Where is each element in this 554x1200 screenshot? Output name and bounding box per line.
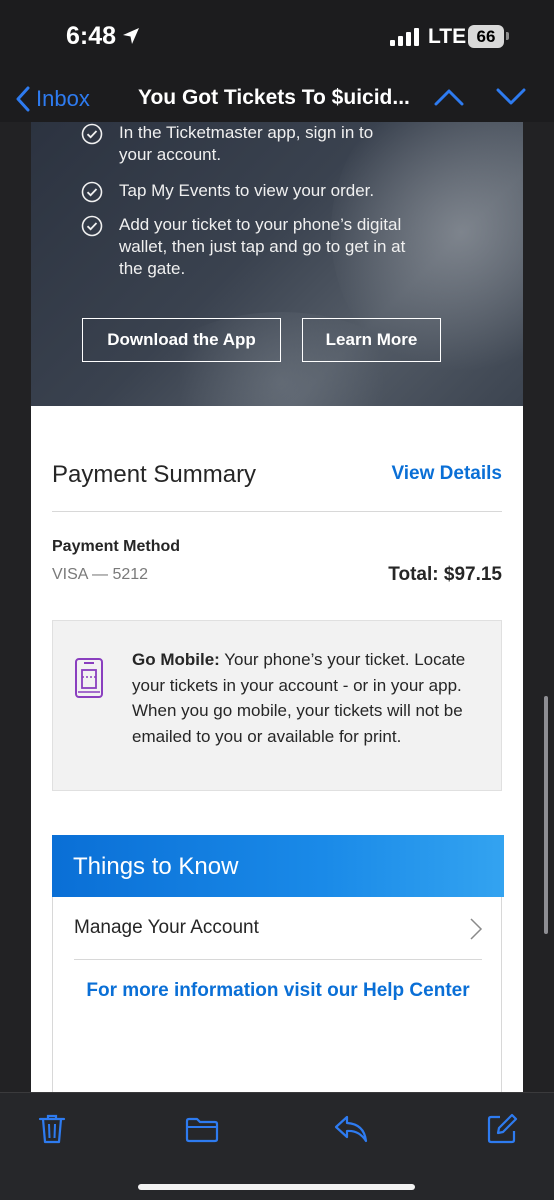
hero-banner: In the Ticketmaster app, sign in to your… (31, 122, 523, 406)
step-2-text: Tap My Events to view your order. (119, 181, 375, 200)
things-to-know-section: Things to Know Manage Your Account For m… (52, 835, 504, 1092)
order-total: Total: $97.15 (388, 564, 502, 585)
step-3: Add your ticket to your phone’s digital … (81, 214, 409, 280)
step-3-text: Add your ticket to your phone’s digital … (119, 215, 406, 278)
home-indicator[interactable] (138, 1184, 415, 1190)
back-to-inbox-button[interactable]: Inbox (16, 83, 90, 115)
check-circle-icon (81, 215, 103, 237)
battery-tip (506, 32, 509, 40)
check-circle-icon (81, 123, 103, 145)
email-content-card: Payment Summary View Details Payment Met… (31, 406, 523, 1092)
location-arrow-icon (123, 28, 139, 44)
manage-account-label: Manage Your Account (74, 917, 259, 938)
go-mobile-notice: Go Mobile: Your phone’s your ticket. Loc… (52, 620, 502, 791)
chevron-up-icon[interactable] (434, 87, 464, 107)
help-center-link[interactable]: For more information visit our Help Cent… (73, 975, 483, 1006)
email-subject-title: You Got Tickets To $uicid... (138, 86, 410, 109)
compose-icon[interactable] (486, 1113, 518, 1145)
status-bar: 6:48 LTE 66 (0, 0, 554, 76)
chevron-right-icon (470, 918, 483, 940)
divider (52, 511, 502, 512)
network-type: LTE (428, 25, 467, 48)
go-mobile-heading: Go Mobile: (132, 650, 220, 669)
mail-nav-bar: Inbox You Got Tickets To $uicid... (0, 76, 554, 122)
view-details-link[interactable]: View Details (391, 463, 502, 485)
folder-icon[interactable] (185, 1117, 219, 1143)
step-1: In the Ticketmaster app, sign in to your… (81, 122, 409, 166)
step-1-text: In the Ticketmaster app, sign in to your… (119, 123, 374, 164)
things-to-know-title: Things to Know (73, 853, 239, 880)
scrollbar[interactable] (544, 696, 548, 934)
payment-summary-title: Payment Summary (52, 461, 257, 488)
things-to-know-header: Things to Know (52, 835, 504, 897)
divider (74, 959, 482, 960)
trash-icon[interactable] (38, 1113, 66, 1145)
step-2: Tap My Events to view your order. (81, 180, 409, 203)
chevron-down-icon[interactable] (496, 87, 526, 107)
manage-account-row[interactable]: Manage Your Account (53, 897, 503, 959)
reply-icon[interactable] (334, 1115, 368, 1143)
email-body[interactable]: In the Ticketmaster app, sign in to your… (0, 122, 554, 1092)
learn-more-button[interactable]: Learn More (302, 318, 441, 362)
check-circle-icon (81, 181, 103, 203)
payment-method-value: VISA — 5212 (52, 566, 149, 583)
cellular-signal-icon (390, 28, 419, 46)
battery-icon: 66 (468, 25, 504, 48)
status-time: 6:48 (66, 22, 117, 50)
go-mobile-text: Go Mobile: Your phone’s your ticket. Loc… (132, 647, 482, 749)
back-label: Inbox (36, 86, 90, 111)
chevron-left-icon (16, 86, 30, 112)
payment-method-label: Payment Method (52, 538, 181, 555)
download-app-button[interactable]: Download the App (82, 318, 281, 362)
mobile-ticket-icon (75, 658, 103, 698)
